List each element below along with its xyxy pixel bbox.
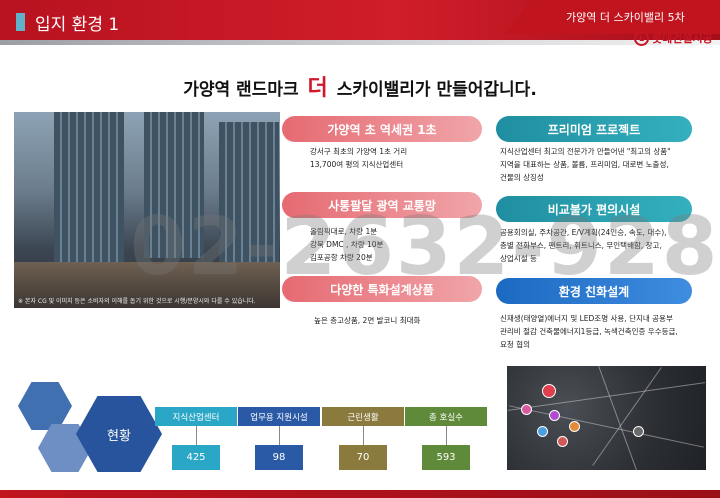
map-pin-icon [569, 421, 580, 432]
stat-value-office-support: 98 [255, 445, 303, 470]
title-accent-block [16, 13, 25, 31]
stat-connector [446, 426, 447, 445]
map-pin-main-icon [542, 384, 556, 398]
desc-line: 지식산업센터 최고의 전문가가 만들어낸 "최고의 상품" [500, 147, 671, 156]
phone-watermark: 02-2632-9288 [130, 200, 720, 293]
stat-connector [279, 426, 280, 445]
page-title: 입지 환경 1 [35, 15, 120, 35]
stat-value-knowledge-center: 425 [172, 445, 220, 470]
feature-desc-station: 강서구 최초의 가양역 1초 거리 13,700여 평의 지식산업센터 [310, 145, 407, 171]
location-map-image [507, 366, 706, 470]
logo-text: 롯데건설시공 [652, 32, 713, 45]
map-pin-icon [557, 436, 568, 447]
top-banner: 입지 환경 1 가양역 더 스카이밸리 5차 [0, 0, 720, 46]
feature-desc-premium: 지식산업센터 최고의 전문가가 만들어낸 "최고의 상품" 지역을 대표하는 상… [500, 145, 671, 184]
tower-left [54, 112, 124, 278]
map-road [592, 367, 662, 466]
stat-value-total-units: 593 [422, 445, 470, 470]
stat-connector [363, 426, 364, 445]
status-label: 현황 [76, 396, 162, 472]
photo-caption: ※ 본자 CG 및 이미지 등은 소비자의 이해를 돕기 위한 것으로 시행/분… [18, 298, 256, 305]
desc-line: 높은 층고상품, 2면 발코니 최대화 [314, 316, 421, 325]
stat-head-office-support: 업무용 지원시설 [238, 407, 320, 426]
company-logo: L 롯데건설시공 [634, 29, 713, 47]
desc-line: 지역을 대표하는 상품, 볼륨, 프리미엄, 대로변 노출성, [500, 160, 669, 169]
stat-value-neighborhood: 70 [339, 445, 387, 470]
footer-bar [0, 490, 720, 498]
hex-photo-1 [18, 382, 72, 430]
desc-line: 건물의 상징성 [500, 173, 544, 182]
desc-line: 13,700여 평의 지식산업센터 [310, 160, 404, 169]
feature-pill-station: 가양역 초 역세권 1초 [282, 116, 482, 142]
feature-desc-eco: 신재생(태양열)에너지 및 LED조명 사용, 단지내 공용부 관리비 절감 건… [500, 312, 678, 351]
headline: 가양역 랜드마크 더 스카이밸리가 만들어갑니다. [0, 70, 720, 102]
headline-before: 가양역 랜드마크 [183, 80, 299, 100]
stat-head-knowledge-center: 지식산업센터 [155, 407, 237, 426]
status-hexagons: 현황 [18, 380, 162, 476]
map-pin-icon [521, 404, 532, 415]
desc-line: 신재생(태양열)에너지 및 LED조명 사용, 단지내 공용부 [500, 314, 673, 323]
logo-mark-icon: L [634, 30, 649, 46]
project-name: 가양역 더 스카이밸리 5차 [566, 11, 685, 24]
map-pin-icon [633, 426, 644, 437]
stat-connector [196, 426, 197, 445]
map-pin-icon [549, 410, 560, 421]
headline-after: 스카이밸리가 만들어갑니다. [336, 80, 537, 100]
map-pin-icon [537, 426, 548, 437]
desc-line: 요청 협의 [500, 340, 530, 349]
desc-line: 강서구 최초의 가양역 1초 거리 [310, 147, 408, 156]
banner-stripe [0, 40, 720, 45]
feature-pill-premium: 프리미엄 프로젝트 [496, 116, 692, 142]
feature-desc-design: 높은 층고상품, 2면 발코니 최대화 [314, 314, 420, 327]
desc-line: 관리비 절감 건축물에너지1등급, 녹색건축인증 우수등급, [500, 327, 678, 336]
stat-head-total-units: 총 호실수 [405, 407, 487, 426]
headline-accent: 더 [307, 76, 328, 101]
stat-head-neighborhood: 근린생활 [322, 407, 404, 426]
